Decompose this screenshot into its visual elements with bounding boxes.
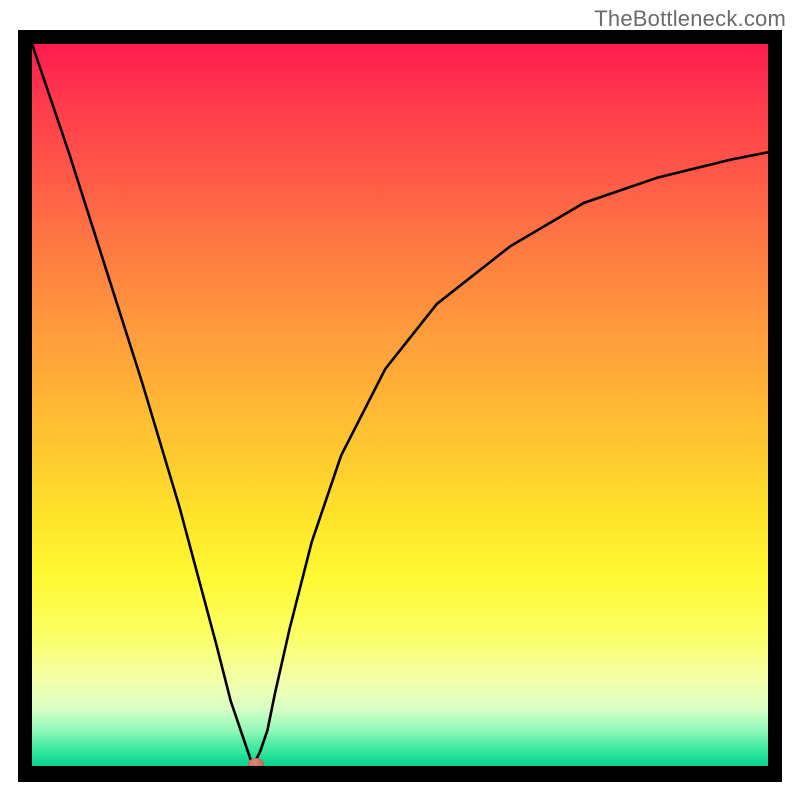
curve-path xyxy=(32,44,768,766)
plot-frame xyxy=(18,30,782,782)
chart-container: TheBottleneck.com xyxy=(0,0,800,800)
watermark-text: TheBottleneck.com xyxy=(594,6,786,32)
bottleneck-curve xyxy=(32,44,768,766)
optimum-marker xyxy=(248,758,264,770)
